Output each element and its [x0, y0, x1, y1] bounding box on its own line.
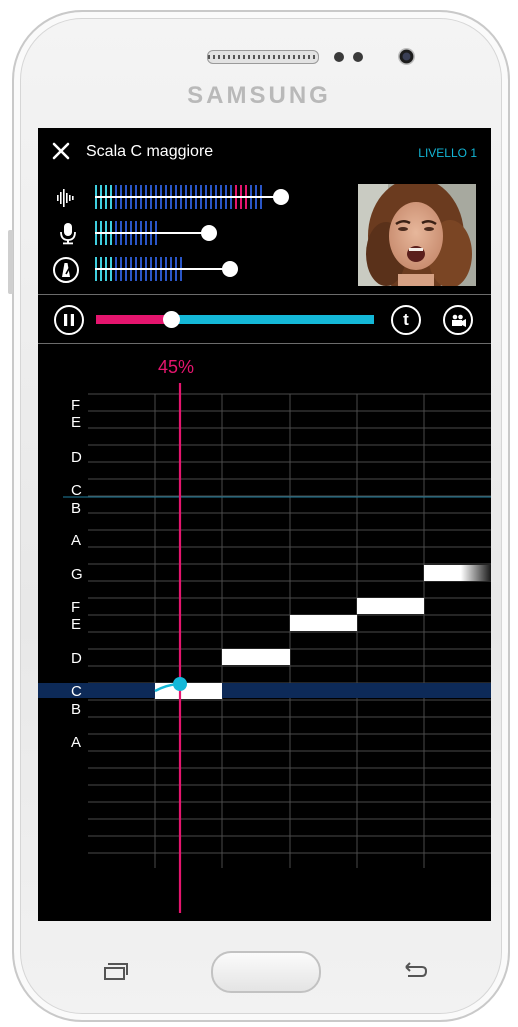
pitch-dot [173, 677, 187, 691]
target-note-d [222, 649, 290, 665]
note-label: F [71, 599, 81, 616]
singer-video-thumbnail[interactable] [358, 184, 476, 286]
note-label: A [71, 734, 82, 751]
note-label: F [71, 397, 81, 414]
pause-button[interactable] [54, 305, 84, 335]
video-toggle-button[interactable] [443, 305, 473, 335]
top-bar: Scala C maggiore LIVELLO 1 [38, 128, 491, 176]
tempo-button[interactable]: t [391, 305, 421, 335]
earpiece-speaker [207, 50, 319, 64]
metronome-button[interactable] [53, 257, 79, 283]
back-arrow-icon [405, 962, 428, 977]
metronome-icon [62, 263, 72, 277]
note-label: A [71, 532, 82, 549]
recent-apps-key[interactable] [100, 959, 130, 983]
metronome-meter-knob[interactable] [222, 261, 238, 277]
metronome-meter-line [95, 268, 230, 270]
note-label: C [71, 482, 82, 499]
target-note-g [424, 565, 491, 581]
light-sensor [353, 52, 363, 62]
note-label: C [71, 683, 82, 700]
camera-icon [452, 314, 466, 327]
brand-logo: SAMSUNG [187, 82, 331, 109]
note-label: D [71, 449, 82, 466]
volume-side-button [8, 230, 13, 294]
microphone-meter-knob[interactable] [201, 225, 217, 241]
target-note-e [290, 615, 357, 631]
level-label: LIVELLO 1 [418, 146, 477, 160]
proximity-sensor [334, 52, 344, 62]
microphone-meter-line [95, 232, 209, 234]
note-label: G [71, 566, 83, 583]
target-note-f [357, 598, 424, 614]
note-label: E [71, 616, 82, 633]
waveform-icon [54, 186, 78, 210]
note-label: B [71, 500, 82, 517]
note-label: E [71, 414, 82, 431]
pitch-grid [38, 383, 491, 913]
active-note-band [38, 683, 491, 698]
progress-remaining [171, 315, 374, 324]
metronome-meter[interactable] [95, 257, 245, 281]
note-label: D [71, 650, 82, 667]
note-label: B [71, 701, 82, 718]
app-screen: Scala C maggiore LIVELLO 1 t 45% F E D C… [38, 128, 491, 921]
exercise-title: Scala C maggiore [86, 143, 214, 160]
microphone-meter[interactable] [95, 221, 225, 245]
top-divider [38, 294, 491, 295]
progress-elapsed [96, 315, 172, 324]
volume-meter-knob[interactable] [273, 189, 289, 205]
front-camera [398, 48, 415, 65]
volume-meter-line [95, 196, 281, 198]
volume-meter[interactable] [95, 185, 295, 209]
progress-knob[interactable] [163, 311, 181, 328]
microphone-icon [58, 221, 82, 245]
recent-apps-icon [104, 963, 128, 980]
back-key[interactable] [398, 958, 430, 984]
close-icon[interactable] [50, 140, 72, 162]
home-button[interactable] [211, 951, 321, 993]
pause-icon [64, 314, 74, 326]
